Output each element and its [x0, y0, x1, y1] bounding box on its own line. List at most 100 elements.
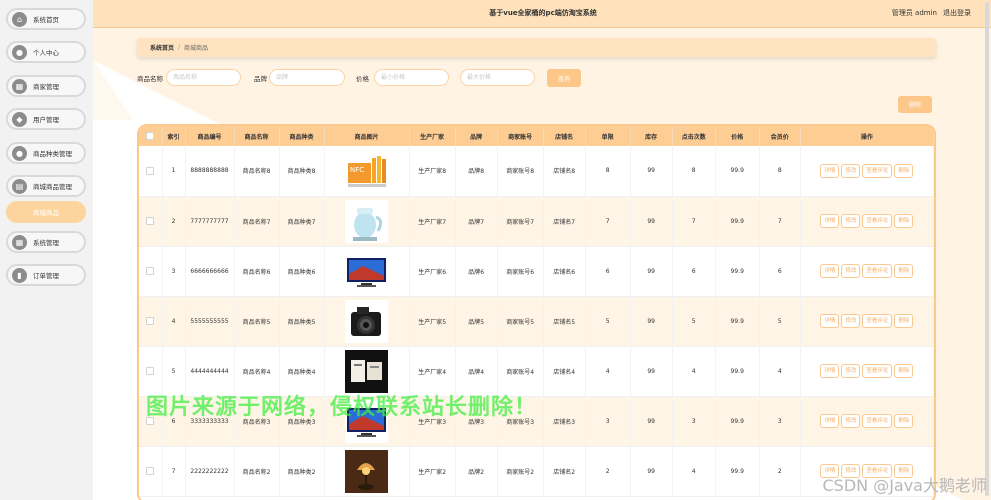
- product-image-cell: [324, 246, 410, 297]
- scrollbar[interactable]: [985, 2, 989, 496]
- chart-icon: ▮: [12, 267, 27, 283]
- row-select-cell: [139, 146, 163, 197]
- sidebar-item-5[interactable]: ● 商品种类管理: [6, 142, 86, 164]
- sidebar-item-4[interactable]: ◆ 用户管理: [6, 108, 86, 130]
- delete-row-button[interactable]: 删除: [894, 364, 914, 378]
- view-comments-button[interactable]: 查看评论: [862, 264, 893, 278]
- detail-button[interactable]: 详情: [820, 264, 840, 278]
- sidebar-subitem-active[interactable]: 商城商品: [6, 201, 86, 223]
- actions-cell: 详情 修改 查看评论 删除: [800, 146, 934, 197]
- cell-account: 商家账号5: [497, 296, 544, 347]
- cell-stock: 99: [630, 196, 673, 247]
- view-comments-button[interactable]: 查看评论: [862, 163, 893, 178]
- detail-button[interactable]: 详情: [820, 214, 840, 228]
- cell-vip: 7: [759, 196, 801, 247]
- cell-account: 商家账号8: [497, 146, 544, 197]
- edit-button[interactable]: 修改: [841, 364, 861, 378]
- edit-button[interactable]: 修改: [841, 264, 861, 278]
- breadcrumb-current: 商城商品: [184, 45, 209, 52]
- sidebar-item-2[interactable]: ● 个人中心: [6, 41, 86, 63]
- cell-stock: 99: [630, 446, 673, 497]
- row-checkbox[interactable]: [146, 317, 155, 325]
- column-header: 商家账号: [497, 126, 544, 146]
- cell-name: 商品名称6: [234, 246, 280, 297]
- row-checkbox[interactable]: [146, 166, 155, 175]
- cell-vip: 4: [759, 346, 801, 397]
- detail-button[interactable]: 详情: [820, 314, 840, 328]
- brand-label: 品牌: [254, 75, 267, 83]
- cell-vip: 3: [759, 396, 801, 447]
- view-comments-button[interactable]: 查看评论: [862, 364, 893, 378]
- cell-vip: 5: [759, 296, 801, 347]
- cell-stock: 99: [630, 396, 673, 447]
- cell-code: 6666666666: [185, 246, 235, 297]
- logout-link[interactable]: 退出登录: [943, 0, 971, 27]
- cell-brand: 品牌6: [455, 246, 498, 297]
- row-checkbox[interactable]: [146, 467, 155, 475]
- sidebar-item-6[interactable]: ▤ 商城商品管理: [6, 175, 86, 197]
- row-checkbox[interactable]: [146, 217, 155, 225]
- row-select-cell: [139, 446, 163, 497]
- select-all-header: [139, 126, 163, 146]
- cell-brand: 品牌2: [455, 446, 498, 497]
- min-price-input[interactable]: [374, 69, 449, 86]
- delete-row-button[interactable]: 删除: [894, 214, 914, 228]
- breadcrumb-home[interactable]: 系统首页: [150, 43, 174, 52]
- cell-maker: 生产厂家5: [409, 296, 456, 347]
- delete-row-button[interactable]: 删除: [894, 414, 914, 428]
- app-title: 基于vue全家桶的pc端仿淘宝系统: [489, 9, 597, 17]
- row-checkbox[interactable]: [146, 267, 155, 275]
- query-button[interactable]: 查询: [547, 69, 581, 87]
- column-header: 库存: [630, 126, 673, 146]
- product-table: 索引 商品编号 商品名称 商品种类 商品图片 生产厂家 品牌 商家账号 店铺名 单限 库存 点击次数价…: [137, 124, 936, 500]
- cell-limit: 5: [585, 296, 631, 347]
- breadcrumb-separator: /: [178, 44, 181, 51]
- cell-stock: 99: [630, 296, 673, 347]
- sidebar-item-7[interactable]: ▦ 系统管理: [6, 231, 86, 253]
- cell-stock: 99: [630, 346, 673, 397]
- batch-delete-button[interactable]: 删除: [898, 96, 932, 113]
- edit-button[interactable]: 修改: [841, 163, 861, 178]
- edit-button[interactable]: 修改: [841, 314, 861, 328]
- delete-row-button[interactable]: 删除: [894, 163, 914, 178]
- sidebar-item-3[interactable]: ▦ 商家管理: [6, 75, 86, 97]
- sidebar-item-label: 系统管理: [33, 239, 59, 247]
- cell-limit: 2: [585, 446, 631, 497]
- sidebar-item-1[interactable]: ⌂ 系统首页: [6, 8, 86, 30]
- row-checkbox[interactable]: [146, 367, 155, 375]
- cell-account: 商家账号7: [497, 196, 544, 247]
- view-comments-button[interactable]: 查看评论: [862, 414, 893, 428]
- view-comments-button[interactable]: 查看评论: [862, 214, 893, 228]
- sidebar-item-8[interactable]: ▮ 订单管理: [6, 264, 86, 286]
- row-select-cell: [139, 296, 163, 347]
- cell-price: 99.9: [715, 446, 760, 497]
- name-search-input[interactable]: [166, 69, 241, 86]
- cell-category: 商品种类6: [279, 246, 325, 297]
- detail-button[interactable]: 详情: [820, 414, 840, 428]
- actions-cell: 详情 修改 查看评论 删除: [800, 296, 934, 347]
- location-icon: ◆: [12, 111, 27, 127]
- document-icon: ▤: [12, 178, 27, 194]
- delete-row-button[interactable]: 删除: [894, 264, 914, 278]
- cell-account: 商家账号6: [497, 246, 544, 297]
- table-row: 2 7777777777 商品名称7 商品种类7 生产厂家7 品牌7 商家账号7 店铺名7 7 9…: [139, 196, 934, 247]
- edit-button[interactable]: 修改: [841, 414, 861, 428]
- credit-text: CSDN @Java大鹅老师: [822, 476, 987, 495]
- cell-shop: 店铺名7: [543, 196, 586, 247]
- detail-button[interactable]: 详情: [820, 163, 840, 178]
- max-price-input[interactable]: [460, 69, 535, 86]
- column-header: 商品图片: [324, 126, 410, 146]
- select-all-checkbox[interactable]: [146, 132, 155, 140]
- cell-account: 商家账号2: [497, 446, 544, 497]
- edit-button[interactable]: 修改: [841, 214, 861, 228]
- view-comments-button[interactable]: 查看评论: [862, 314, 893, 328]
- watermark-text: 图片来源于网络，侵权联系站长删除！: [146, 395, 538, 420]
- delete-row-button[interactable]: 删除: [894, 314, 914, 328]
- cell-price: 99.9: [715, 246, 760, 297]
- cell-index: 2: [162, 196, 186, 247]
- column-header: 生产厂家: [409, 126, 456, 146]
- brand-search-input[interactable]: [269, 69, 345, 86]
- price-label: 价格: [356, 75, 369, 83]
- column-header: 索引: [162, 126, 186, 146]
- detail-button[interactable]: 详情: [820, 364, 840, 378]
